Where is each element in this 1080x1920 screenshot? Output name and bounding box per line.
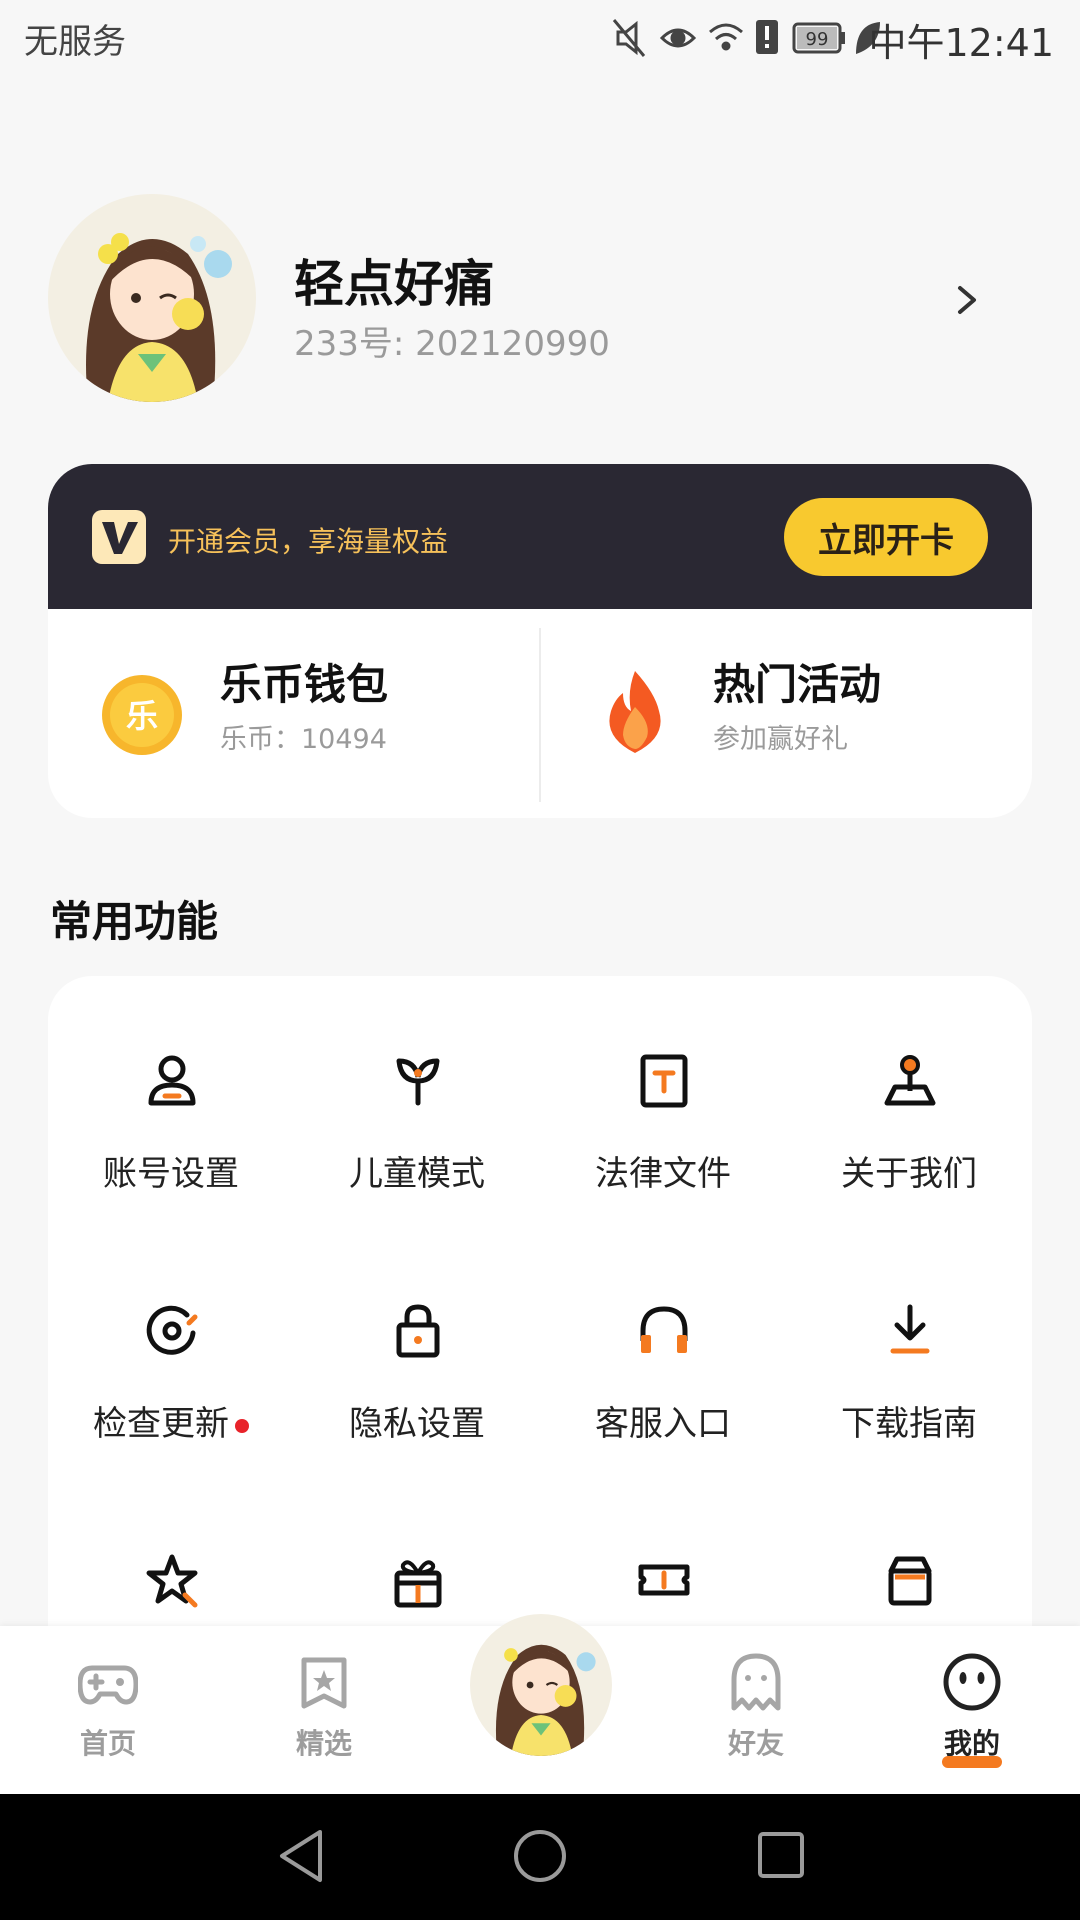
- open-card-button[interactable]: 立即开卡: [784, 498, 988, 576]
- coin-icon: 乐: [102, 675, 182, 755]
- member-card: 开通会员，享海量权益 立即开卡 乐 乐币钱包 乐币：10494 热门活动 参加赢…: [48, 464, 1032, 818]
- function-customer-service[interactable]: 客服入口: [540, 1226, 786, 1466]
- battery-icon: 99: [792, 22, 845, 54]
- function-label: 检查更新: [48, 1396, 294, 1445]
- joystick-icon: [884, 1055, 936, 1106]
- function-label: 隐私设置: [349, 1404, 485, 1444]
- clock: 中午12:41: [868, 21, 1054, 65]
- lock-icon: [396, 1304, 440, 1358]
- active-indicator: [942, 1756, 1002, 1768]
- activity-subtitle: 参加赢好礼: [713, 724, 848, 755]
- function-account-settings[interactable]: 账号设置: [48, 976, 294, 1216]
- function-check-update[interactable]: 检查更新: [48, 1226, 294, 1466]
- profile-name: 轻点好痛: [294, 255, 494, 313]
- ghost-icon: [731, 1653, 781, 1711]
- system-nav-bar: [0, 1794, 1080, 1920]
- status-icons: 99: [612, 19, 880, 57]
- nav-home[interactable]: 首页: [48, 1652, 168, 1772]
- carrier-text: 无服务: [24, 22, 126, 62]
- function-kids-mode[interactable]: 儿童模式: [294, 976, 540, 1216]
- function-grid: 账号设置 儿童模式 法律文件 关于我们 检查更新 隐私设置 客服入口 下载指南: [48, 976, 1032, 1676]
- mute-icon: [612, 19, 646, 57]
- avatar-image: [48, 194, 256, 402]
- nav-label: 首页: [79, 1727, 136, 1760]
- function-privacy-settings[interactable]: 隐私设置: [294, 1226, 540, 1466]
- section-title: 常用功能: [50, 897, 219, 946]
- back-icon[interactable]: [276, 1828, 326, 1884]
- function-label: 下载指南: [841, 1404, 977, 1444]
- nav-friends[interactable]: 好友: [696, 1652, 816, 1772]
- featured-icon: [301, 1657, 347, 1709]
- user-icon: [148, 1055, 196, 1106]
- notification-dot: [235, 1418, 249, 1433]
- wallet-entry[interactable]: 乐 乐币钱包 乐币：10494: [48, 609, 539, 818]
- star-icon: [146, 1554, 198, 1608]
- download-icon: [890, 1304, 930, 1354]
- vip-banner[interactable]: 开通会员，享海量权益 立即开卡: [48, 464, 1032, 609]
- fire-icon: [609, 671, 661, 753]
- recents-icon[interactable]: [756, 1830, 806, 1880]
- function-legal-documents[interactable]: 法律文件: [540, 976, 786, 1216]
- home-icon[interactable]: [512, 1828, 568, 1884]
- profile-id: 233号: 202120990: [294, 324, 610, 364]
- sprout-icon: [396, 1058, 440, 1106]
- wallet-balance: 乐币：10494: [220, 724, 387, 755]
- nav-mine[interactable]: 我的: [912, 1652, 1032, 1772]
- gamepad-icon: [78, 1665, 138, 1705]
- function-label: 客服入口: [595, 1404, 731, 1444]
- wifi-icon: [709, 23, 743, 51]
- wallet-title: 乐币钱包: [220, 660, 389, 709]
- chevron-right-icon[interactable]: [952, 280, 982, 320]
- eye-icon: [659, 28, 697, 48]
- nav-featured[interactable]: 精选: [264, 1652, 384, 1772]
- function-label: 账号设置: [103, 1154, 239, 1194]
- refresh-icon: [146, 1305, 198, 1355]
- gift-icon: [394, 1560, 442, 1608]
- face-icon: [943, 1653, 1001, 1711]
- function-about-us[interactable]: 关于我们: [786, 976, 1032, 1216]
- svg-text:乐: 乐: [126, 697, 158, 735]
- store-icon: [888, 1556, 932, 1606]
- function-label: 法律文件: [595, 1154, 731, 1194]
- vip-promo-text: 开通会员，享海量权益: [168, 525, 449, 558]
- activity-entry[interactable]: 热门活动 参加赢好礼: [541, 609, 1032, 818]
- function-label: 儿童模式: [349, 1154, 485, 1194]
- function-label: 关于我们: [841, 1154, 977, 1194]
- headset-icon: [640, 1306, 688, 1353]
- nav-label: 精选: [295, 1727, 352, 1760]
- avatar[interactable]: [48, 194, 256, 402]
- ticket-icon: [638, 1564, 690, 1596]
- function-download-guide[interactable]: 下载指南: [786, 1226, 1032, 1466]
- center-avatar-button[interactable]: [470, 1614, 612, 1756]
- vip-logo-icon: [92, 510, 146, 564]
- document-icon: [640, 1054, 688, 1108]
- svg-text:99: 99: [806, 29, 829, 50]
- avatar-image: [470, 1614, 612, 1756]
- activity-title: 热门活动: [713, 660, 882, 709]
- status-bar: 无服务 99 中午12:41: [0, 0, 1080, 76]
- sim-alert-icon: [756, 20, 778, 54]
- nav-label: 好友: [727, 1727, 784, 1760]
